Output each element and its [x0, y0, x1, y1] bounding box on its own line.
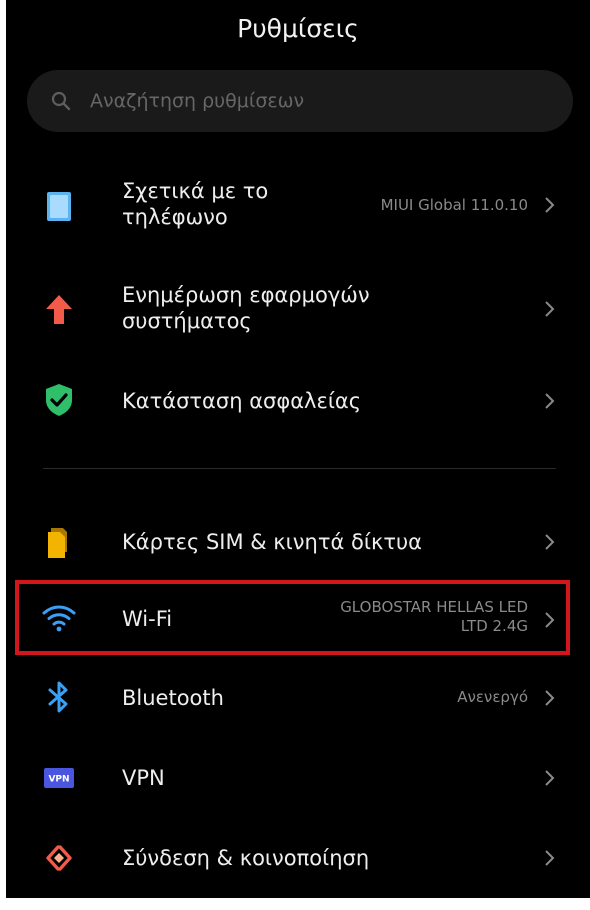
settings-item-label: Σύνδεση & κοινοποίηση — [122, 846, 370, 870]
settings-screen: Ρυθμίσεις Σχετικά με το τηλέφωνο MIUI Gl… — [6, 0, 590, 898]
search-input[interactable] — [87, 70, 560, 132]
settings-item-bluetooth[interactable]: Bluetooth Ανενεργό — [6, 668, 590, 728]
settings-item-wifi[interactable]: Wi-Fi GLOBOSTAR HELLAS LED LTD 2.4G — [6, 588, 590, 650]
shield-check-icon — [39, 380, 79, 420]
settings-item-label: Wi-Fi — [122, 607, 173, 631]
settings-item-label: Κατάσταση ασφαλείας — [122, 389, 362, 413]
chevron-right-icon — [542, 532, 558, 552]
settings-item-about-phone[interactable]: Σχετικά με το τηλέφωνο MIUI Global 11.0.… — [6, 172, 590, 242]
vpn-icon-label: VPN — [48, 775, 69, 785]
arrow-up-icon — [39, 290, 79, 330]
bluetooth-icon — [39, 678, 79, 718]
chevron-right-icon — [542, 610, 558, 630]
connection-sharing-icon — [39, 838, 79, 878]
section-divider — [43, 468, 556, 469]
wifi-icon — [39, 599, 79, 639]
chevron-right-icon — [542, 768, 558, 788]
settings-item-label: Bluetooth — [122, 686, 224, 710]
phone-info-icon — [39, 186, 79, 226]
chevron-right-icon — [542, 195, 558, 215]
settings-item-label: Ενημέρωση εφαρμογών συστήματος — [122, 283, 370, 333]
chevron-right-icon — [542, 848, 558, 868]
settings-item-system-update[interactable]: Ενημέρωση εφαρμογών συστήματος — [6, 274, 590, 344]
settings-item-label: Σχετικά με το τηλέφωνο — [122, 179, 269, 229]
search-bar[interactable] — [27, 70, 573, 132]
search-icon — [50, 90, 72, 112]
settings-item-value: Ανενεργό — [457, 688, 528, 706]
sim-card-icon — [39, 522, 79, 562]
settings-item-value: MIUI Global 11.0.10 — [380, 196, 528, 214]
header: Ρυθμίσεις — [6, 0, 590, 70]
settings-item-label: VPN — [122, 766, 165, 790]
chevron-right-icon — [542, 391, 558, 411]
chevron-right-icon — [542, 299, 558, 319]
settings-item-connection-sharing[interactable]: Σύνδεση & κοινοποίηση — [6, 828, 590, 888]
settings-item-security-status[interactable]: Κατάσταση ασφαλείας — [6, 370, 590, 430]
chevron-right-icon — [542, 688, 558, 708]
settings-item-vpn[interactable]: VPN VPN — [6, 748, 590, 808]
settings-item-value: GLOBOSTAR HELLAS LED LTD 2.4G — [340, 598, 528, 635]
page-title: Ρυθμίσεις — [237, 14, 359, 43]
settings-item-sim-mobile-networks[interactable]: Κάρτες SIM & κινητά δίκτυα — [6, 512, 590, 572]
vpn-icon: VPN — [39, 758, 79, 798]
settings-item-label: Κάρτες SIM & κινητά δίκτυα — [122, 530, 422, 554]
